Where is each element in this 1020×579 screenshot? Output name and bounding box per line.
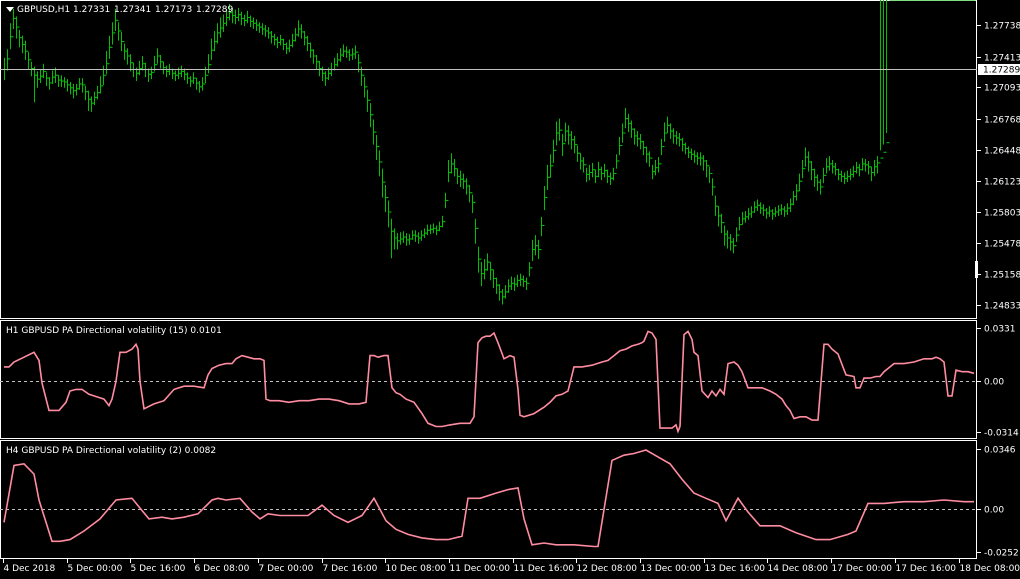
time-tick-label: 4 Dec 2018: [4, 564, 56, 574]
price-tick-label: 1.24833: [984, 302, 1020, 312]
indicator-tick-label: -0.0314: [984, 429, 1019, 439]
low-value: 1.27173: [155, 5, 192, 15]
scroll-marker[interactable]: [975, 261, 978, 278]
trading-chart: 1.27738 1.27413 1.27093 1.26768 1.26448 1.261…: [0, 0, 1020, 579]
indicator-tick-label: 0.00: [984, 506, 1004, 516]
time-tick-label: 11 Dec 16:00: [514, 564, 575, 574]
indicator-tick-label: 0.0331: [984, 325, 1016, 335]
time-tick-label: 12 Dec 08:00: [577, 564, 638, 574]
time-tick-label: 13 Dec 00:00: [641, 564, 702, 574]
time-tick-label: 17 Dec 16:00: [896, 564, 957, 574]
price-tick-label: 1.27093: [984, 84, 1020, 94]
time-tick-label: 6 Dec 08:00: [195, 564, 250, 574]
price-tick-label: 1.27413: [984, 54, 1020, 64]
price-tick-label: 1.26448: [984, 147, 1020, 157]
price-tick-label: 1.25478: [984, 240, 1020, 250]
price-tick-label: 1.25803: [984, 209, 1020, 219]
indicator-tick-label: 0.00: [984, 378, 1004, 388]
price-tick-label: 1.27738: [984, 22, 1020, 32]
time-tick-label: 5 Dec 00:00: [68, 564, 123, 574]
indicator-tick-label: -0.0252: [984, 549, 1019, 559]
high-value: 1.27341: [114, 5, 151, 15]
price-tick-label: 1.26768: [984, 116, 1020, 126]
symbol-label: GBPUSD,H1: [17, 5, 70, 15]
open-value: 1.27331: [73, 5, 110, 15]
price-tick-label: 1.25158: [984, 271, 1020, 281]
h4-indicator-title: H4 GBPUSD PA Directional volatility (2) …: [6, 446, 216, 456]
time-tick-label: 7 Dec 00:00: [259, 564, 314, 574]
chart-header: GBPUSD,H1 1.27331 1.27341 1.27173 1.2728…: [6, 5, 233, 15]
time-tick-label: 18 Dec 08:00: [960, 564, 1020, 574]
h1-indicator-title: H1 GBPUSD PA Directional volatility (15)…: [6, 326, 222, 336]
close-value: 1.27289: [196, 5, 233, 15]
time-tick-label: 11 Dec 00:00: [450, 564, 511, 574]
time-tick-label: 14 Dec 08:00: [768, 564, 829, 574]
price-tick-label: 1.26123: [984, 178, 1020, 188]
time-tick-label: 17 Dec 00:00: [832, 564, 893, 574]
current-price-tag: 1.27289: [978, 64, 1020, 76]
time-tick-label: 7 Dec 16:00: [323, 564, 378, 574]
current-price-label: 1.27289: [983, 66, 1020, 76]
time-tick-label: 10 Dec 08:00: [386, 564, 447, 574]
indicator-tick-label: 0.0346: [984, 446, 1016, 456]
time-tick-label: 13 Dec 16:00: [705, 564, 766, 574]
time-tick-label: 5 Dec 16:00: [131, 564, 186, 574]
